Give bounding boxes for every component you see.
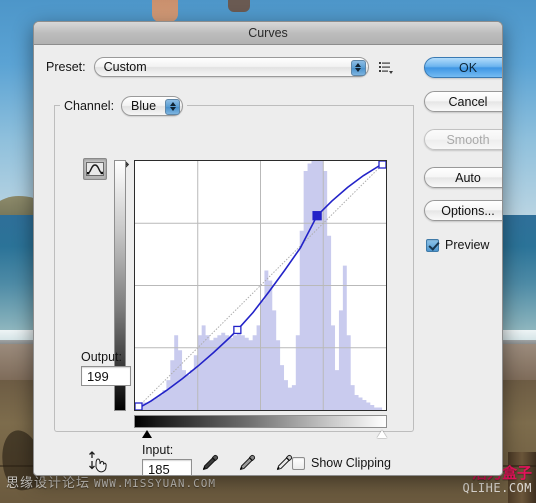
channel-row: Channel: Blue: [60, 96, 188, 116]
curve-tool-icon: [86, 162, 104, 176]
output-block: Output: 199: [81, 350, 131, 386]
adjust-hand-icon[interactable]: [86, 450, 108, 474]
preset-value: Custom: [103, 60, 147, 74]
eyedropper-group: [202, 454, 293, 475]
show-clipping-row[interactable]: Show Clipping: [292, 456, 391, 470]
options-button[interactable]: Options...: [424, 200, 502, 221]
preset-stepper[interactable]: [350, 59, 366, 76]
curves-graph[interactable]: [114, 160, 407, 438]
preset-label: Preset:: [46, 60, 86, 74]
preset-select[interactable]: Custom: [93, 57, 369, 77]
background-person-leg: [152, 0, 178, 22]
dialog-body: Preset: Custom Channel: Blue Output: 199…: [34, 45, 502, 475]
preview-checkbox[interactable]: [426, 238, 439, 252]
curve-plot-area[interactable]: [134, 160, 387, 411]
preset-menu-icon[interactable]: [378, 60, 393, 74]
auto-button[interactable]: Auto: [424, 167, 502, 188]
black-point-slider[interactable]: [142, 430, 152, 438]
channel-stepper[interactable]: [165, 98, 181, 115]
curve-tool-button[interactable]: [83, 158, 107, 180]
black-point-eyedropper[interactable]: [202, 454, 219, 475]
preset-row: Preset: Custom: [46, 57, 393, 77]
channel-label: Channel:: [64, 99, 115, 113]
curves-dialog: Curves Preset: Custom Channel: Blue Outp…: [33, 21, 503, 476]
curve-plot-svg[interactable]: [135, 161, 386, 410]
output-input[interactable]: 199: [81, 366, 131, 386]
input-gradient-bar: [134, 415, 387, 428]
gray-point-eyedropper[interactable]: [239, 454, 256, 475]
show-clipping-checkbox[interactable]: [292, 456, 305, 470]
watermark-left-cn: 思缘设计论坛: [6, 475, 91, 490]
dialog-title: Curves: [248, 26, 288, 40]
group-border-right: [182, 105, 414, 106]
curve-control-point-1[interactable]: [233, 325, 242, 335]
curve-control-point-3[interactable]: [378, 161, 386, 169]
cancel-button[interactable]: Cancel: [424, 91, 502, 112]
output-label: Output:: [81, 350, 122, 364]
ok-button[interactable]: OK: [424, 57, 502, 78]
input-block: Input: 185: [142, 443, 192, 475]
curve-control-point-2[interactable]: [312, 211, 322, 221]
preview-row[interactable]: Preview: [426, 238, 489, 252]
smooth-button[interactable]: Smooth: [424, 129, 502, 150]
preview-label: Preview: [445, 238, 490, 252]
white-point-eyedropper[interactable]: [276, 454, 293, 475]
input-input[interactable]: 185: [142, 459, 192, 475]
background-object: [228, 0, 250, 12]
watermark-right-url: QLIHE.COM: [462, 480, 532, 495]
dialog-titlebar[interactable]: Curves: [34, 22, 502, 45]
white-point-slider[interactable]: [377, 430, 387, 438]
show-clipping-label: Show Clipping: [311, 456, 391, 470]
input-label: Input:: [142, 443, 174, 457]
channel-select[interactable]: Blue: [121, 96, 184, 116]
curve-control-point-0[interactable]: [135, 402, 143, 410]
watermark-left-url: WWW.MISSYUAN.COM: [94, 477, 216, 490]
channel-value: Blue: [131, 99, 157, 113]
